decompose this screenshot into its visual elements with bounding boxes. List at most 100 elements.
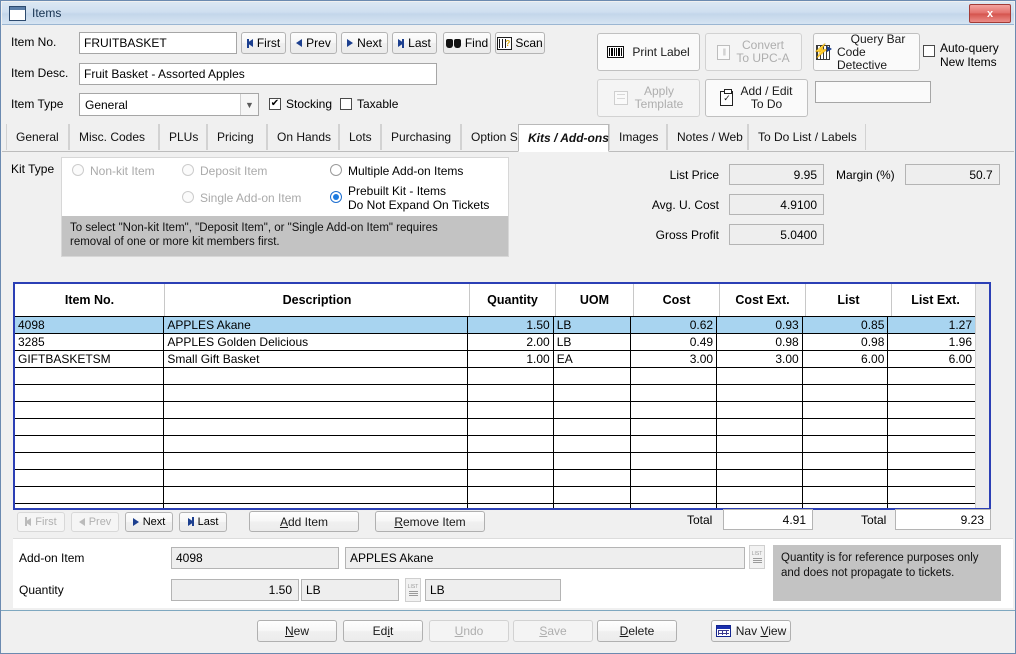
undo-button[interactable]: Undo bbox=[429, 620, 509, 642]
tab-lots[interactable]: Lots bbox=[339, 124, 381, 150]
tab-kits-addons[interactable]: Kits / Add-ons bbox=[518, 124, 609, 152]
convert-upca-button[interactable]: ||| Convert To UPC-A bbox=[705, 33, 802, 71]
barcode-detective-icon: ⚡ bbox=[813, 44, 832, 60]
cell-cost-ext: 3.00 bbox=[717, 351, 803, 367]
addon-item-list-icon[interactable]: LIST bbox=[749, 545, 765, 569]
prev-record-label: Prev bbox=[306, 36, 331, 50]
addon-quantity-input[interactable]: 1.50 bbox=[171, 579, 299, 601]
grid-last-button[interactable]: Last bbox=[179, 511, 227, 532]
next-record-button[interactable]: Next bbox=[341, 32, 388, 54]
tab-images[interactable]: Images bbox=[609, 124, 667, 150]
print-label-button[interactable]: Print Label bbox=[597, 33, 700, 71]
grid-prev-button[interactable]: Prev bbox=[71, 511, 119, 532]
toolbar-blank-input[interactable] bbox=[815, 81, 931, 103]
table-row-empty[interactable] bbox=[15, 402, 975, 419]
grid-col-quantity[interactable]: Quantity bbox=[470, 284, 556, 316]
grid-col-list-ext[interactable]: List Ext. bbox=[892, 284, 979, 316]
table-row[interactable]: GIFTBASKETSM Small Gift Basket 1.00 EA 3… bbox=[15, 351, 975, 368]
new-button[interactable]: New bbox=[257, 620, 337, 642]
tab-purchasing[interactable]: Purchasing bbox=[381, 124, 461, 150]
cell-item-no: 4098 bbox=[15, 317, 165, 333]
chevron-down-icon[interactable]: ▼ bbox=[240, 94, 258, 115]
item-desc-input[interactable]: Fruit Basket - Assorted Apples bbox=[79, 63, 437, 85]
delete-button[interactable]: Delete bbox=[597, 620, 677, 642]
grid-col-item-no[interactable]: Item No. bbox=[15, 284, 165, 316]
tab-misc-codes[interactable]: Misc. Codes bbox=[69, 124, 159, 150]
radio-deposit-item[interactable]: Deposit Item bbox=[182, 164, 267, 178]
table-row-empty[interactable] bbox=[15, 385, 975, 402]
table-row-empty[interactable] bbox=[15, 487, 975, 504]
cell-list: 0.85 bbox=[803, 317, 889, 333]
addon-item-no-input[interactable]: 4098 bbox=[171, 547, 339, 569]
grid-view-icon bbox=[715, 625, 731, 637]
tab-general[interactable]: General bbox=[6, 124, 69, 150]
grid-vertical-scrollbar[interactable] bbox=[975, 284, 989, 508]
table-row-empty[interactable] bbox=[15, 504, 975, 508]
item-no-input[interactable]: FRUITBASKET bbox=[79, 32, 237, 54]
table-row-empty[interactable] bbox=[15, 419, 975, 436]
edit-label-post: t bbox=[390, 624, 394, 638]
addon-item-desc-input[interactable]: APPLES Akane bbox=[345, 547, 745, 569]
last-record-button[interactable]: Last bbox=[392, 32, 437, 54]
table-row-empty[interactable] bbox=[15, 470, 975, 487]
cell-list: 0.98 bbox=[803, 334, 889, 350]
template-icon bbox=[613, 91, 628, 105]
nav-view-button[interactable]: Nav View bbox=[711, 620, 791, 642]
table-row-empty[interactable] bbox=[15, 453, 975, 470]
new-accel: N bbox=[284, 624, 294, 638]
tab-todo-list-labels[interactable]: To Do List / Labels bbox=[748, 124, 866, 150]
grid-next-button[interactable]: Next bbox=[125, 511, 173, 532]
remove-item-button[interactable]: Remove Item bbox=[375, 511, 485, 532]
cell-list-ext: 1.27 bbox=[948, 318, 973, 332]
first-record-button[interactable]: First bbox=[241, 32, 286, 54]
radio-single-addon-item[interactable]: Single Add-on Item bbox=[182, 191, 301, 205]
tab-on-hands[interactable]: On Hands bbox=[267, 124, 339, 150]
tab-plus[interactable]: PLUs bbox=[159, 124, 207, 150]
auto-query-checkbox[interactable]: Auto-query New Items bbox=[923, 41, 999, 69]
radio-prebuilt-kit[interactable]: Prebuilt Kit - Items Do Not Expand On Ti… bbox=[330, 184, 489, 212]
cell-cost-ext: 0.98 bbox=[717, 334, 803, 350]
save-button[interactable]: Save bbox=[513, 620, 593, 642]
cell-list: 6.00 bbox=[803, 351, 889, 367]
add-edit-todo-button[interactable]: ✓ Add / Edit To Do bbox=[705, 79, 808, 117]
table-row[interactable]: 3285 APPLES Golden Delicious 2.00 LB 0.4… bbox=[15, 334, 975, 351]
stocking-checkbox[interactable]: Stocking bbox=[269, 97, 332, 111]
list-price-input[interactable]: 9.95 bbox=[729, 164, 824, 185]
apply-template-button[interactable]: Apply Template bbox=[597, 79, 700, 117]
cell-cost-ext: 0.93 bbox=[717, 317, 803, 333]
grid-first-button[interactable]: First bbox=[17, 511, 65, 532]
grid-col-uom[interactable]: UOM bbox=[556, 284, 634, 316]
query-bar-code-detective-button[interactable]: ⚡ Query Bar Code Detective bbox=[813, 32, 920, 71]
avg-unit-cost-input: 4.9100 bbox=[729, 194, 824, 215]
find-button[interactable]: Find bbox=[443, 32, 491, 54]
remove-item-accel: R bbox=[394, 514, 403, 529]
edit-button[interactable]: Edit bbox=[343, 620, 423, 642]
grid-col-cost[interactable]: Cost bbox=[634, 284, 720, 316]
table-row[interactable]: 4098 APPLES Akane 1.50 LB 0.62 0.93 0.85… bbox=[15, 317, 975, 334]
grid-col-cost-ext[interactable]: Cost Ext. bbox=[720, 284, 806, 316]
scan-button[interactable]: ? Scan bbox=[495, 32, 545, 54]
table-row-empty[interactable] bbox=[15, 436, 975, 453]
radio-multiple-addon-items[interactable]: Multiple Add-on Items bbox=[330, 164, 463, 178]
radio-multiple-addon-items-label: Multiple Add-on Items bbox=[348, 164, 464, 178]
tab-notes-web[interactable]: Notes / Web bbox=[667, 124, 748, 150]
undo-label: ndo bbox=[463, 624, 484, 638]
item-type-select[interactable]: General ▼ bbox=[79, 93, 259, 116]
radio-deposit-item-label: Deposit Item bbox=[200, 164, 268, 178]
addon-uom2-input[interactable]: LB bbox=[425, 579, 561, 601]
tab-pricing[interactable]: Pricing bbox=[207, 124, 267, 150]
close-icon[interactable]: x bbox=[969, 4, 1011, 23]
prev-record-button[interactable]: Prev bbox=[290, 32, 337, 54]
margin-input[interactable]: 50.7 bbox=[904, 164, 1000, 185]
radio-non-kit-item[interactable]: Non-kit Item bbox=[72, 164, 155, 178]
table-row-empty[interactable] bbox=[15, 368, 975, 385]
grid-col-list[interactable]: List bbox=[806, 284, 892, 316]
grid-col-description[interactable]: Description bbox=[165, 284, 470, 316]
add-item-button[interactable]: Add Item bbox=[249, 511, 359, 532]
taxable-checkbox[interactable]: Taxable bbox=[340, 97, 398, 111]
grid-last-label: Last bbox=[197, 515, 219, 528]
title-bar: Items x bbox=[2, 2, 1014, 25]
addon-uom-list-icon[interactable]: LIST bbox=[405, 578, 421, 602]
addon-uom-input[interactable]: LB bbox=[301, 579, 399, 601]
taxable-label: Taxable bbox=[357, 97, 399, 111]
